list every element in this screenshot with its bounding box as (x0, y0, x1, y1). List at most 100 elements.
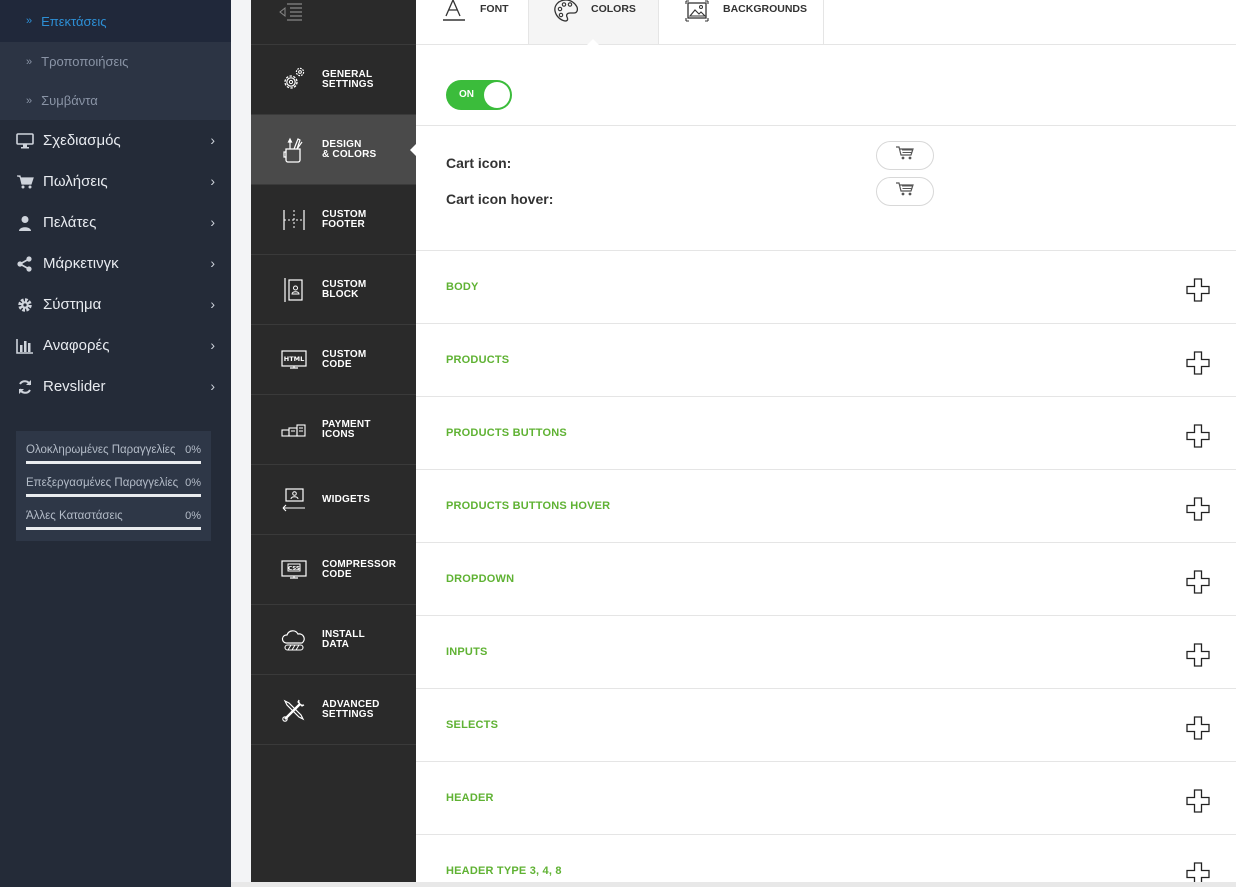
tab-bar: FONT COLORS BACKGROUNDS (416, 0, 1236, 45)
double-chevron-icon: » (26, 94, 33, 107)
cart-icon-picker-button[interactable] (876, 141, 934, 170)
collapse-menu-icon[interactable] (278, 2, 304, 27)
image-frame-icon (685, 0, 711, 22)
chevron-right-icon: › (210, 337, 215, 353)
plus-icon[interactable] (1186, 497, 1210, 521)
accordion-title: DROPDOWN (446, 573, 515, 585)
enable-toggle[interactable]: ON (446, 80, 512, 110)
accordion-row[interactable]: BODY (416, 251, 1236, 324)
sidebar-subitem-modifications[interactable]: » Τροποποιήσεις (0, 42, 231, 81)
app: » Επεκτάσεις » Τροποποιήσεις » Συμβάντα … (0, 0, 1236, 887)
chevron-right-icon: › (210, 296, 215, 312)
stat-value: 0% (185, 444, 201, 456)
plus-icon[interactable] (1186, 643, 1210, 667)
stat-row: Ολοκληρωμένες Παραγγελίες 0% (26, 441, 201, 474)
double-chevron-icon: » (26, 15, 33, 27)
sidebar-item-reports[interactable]: Αναφορές › (0, 325, 231, 366)
accordion-row[interactable]: PRODUCTS (416, 324, 1236, 397)
tools-icon (280, 696, 308, 724)
accordion-title: INPUTS (446, 646, 488, 658)
horizontal-scrollbar[interactable] (231, 882, 1236, 887)
nav-label-line2: SETTINGS (322, 78, 374, 90)
nav-item-install-data[interactable]: INSTALL DATA (251, 605, 416, 675)
accordion-title: PRODUCTS (446, 354, 510, 366)
stat-label: Άλλες Καταστάσεις (26, 510, 123, 522)
plus-icon[interactable] (1186, 716, 1210, 740)
tab-backgrounds[interactable]: BACKGROUNDS (659, 0, 824, 44)
sidebar-item-marketing[interactable]: Μάρκετινγκ › (0, 243, 231, 284)
nav-item-payment-icons[interactable]: PAYMENT ICONS (251, 395, 416, 465)
nav-label-line2: CODE (322, 568, 352, 580)
nav-label: CUSTOM CODE (322, 349, 402, 370)
nav-label: DESIGN & COLORS (322, 139, 402, 160)
nav-item-widgets[interactable]: WIDGETS (251, 465, 416, 535)
stat-value: 0% (185, 510, 201, 522)
double-chevron-icon: » (26, 55, 33, 68)
plus-icon[interactable] (1186, 570, 1210, 594)
cart-icon-hover-picker-button[interactable] (876, 177, 934, 206)
plus-icon[interactable] (1186, 789, 1210, 813)
accordion-row[interactable]: PRODUCTS BUTTONS HOVER (416, 470, 1236, 543)
stat-label: Ολοκληρωμένες Παραγγελίες (26, 444, 176, 456)
tab-font[interactable]: FONT (416, 0, 529, 44)
sidebar-item-label: Μάρκετινγκ (43, 255, 119, 272)
plus-icon[interactable] (1186, 424, 1210, 448)
tab-colors[interactable]: COLORS (529, 0, 659, 45)
accordion-row[interactable]: INPUTS (416, 616, 1236, 689)
nav-label: CUSTOM FOOTER (322, 209, 402, 230)
nav-item-custom-block[interactable]: CUSTOM BLOCK (251, 255, 416, 325)
accordion-row[interactable]: DROPDOWN (416, 543, 1236, 616)
nav-label-line2: BLOCK (322, 288, 359, 300)
palette-icon (553, 0, 579, 22)
accordion-row[interactable]: HEADER TYPE 3, 4, 8 (416, 835, 1236, 887)
tab-label: BACKGROUNDS (723, 3, 807, 15)
user-icon (16, 215, 34, 231)
accordion-title: PRODUCTS BUTTONS HOVER (446, 500, 611, 512)
shopping-cart-icon (895, 145, 915, 166)
nav-label: COMPRESSOR CODE (322, 559, 402, 580)
stat-progress-bar (26, 527, 201, 530)
accordion-row[interactable]: HEADER (416, 762, 1236, 835)
chevron-right-icon: › (210, 255, 215, 271)
stat-progress-bar (26, 494, 201, 497)
nav-item-custom-code[interactable]: HTML CUSTOM CODE (251, 325, 416, 395)
sidebar-item-system[interactable]: Σύστημα › (0, 284, 231, 325)
svg-text:HTML: HTML (284, 355, 304, 363)
share-icon (16, 255, 34, 272)
accordion-title: SELECTS (446, 719, 499, 731)
nav-label-line2: SETTINGS (322, 708, 374, 720)
design-colors-panel: FONT COLORS BACKGROUNDS ON Cart icon: Ca… (416, 0, 1236, 886)
nav-label: ADVANCED SETTINGS (322, 699, 402, 720)
plus-icon[interactable] (1186, 278, 1210, 302)
nav-item-general-settings[interactable]: GENERAL SETTINGS (251, 45, 416, 115)
chevron-right-icon: › (210, 173, 215, 189)
nav-item-custom-footer[interactable]: CUSTOM FOOTER (251, 185, 416, 255)
nav-label-line2: FOOTER (322, 218, 365, 230)
sidebar-subitem-label: Συμβάντα (41, 93, 98, 108)
accordion-title: HEADER TYPE 3, 4, 8 (446, 865, 562, 877)
nav-item-advanced-settings[interactable]: ADVANCED SETTINGS (251, 675, 416, 745)
nav-collapse-row (251, 0, 416, 45)
block-icon (280, 276, 308, 304)
stat-row: Επεξεργασμένες Παραγγελίες 0% (26, 474, 201, 507)
bar-chart-icon (16, 338, 34, 354)
sidebar-subitem-extensions[interactable]: » Επεκτάσεις (0, 0, 231, 42)
cart-icon-label: Cart icon: (446, 155, 512, 171)
nav-item-compressor-code[interactable]: CSS COMPRESSOR CODE (251, 535, 416, 605)
accordion-title: BODY (446, 281, 479, 293)
accordion-row[interactable]: SELECTS (416, 689, 1236, 762)
accordion-row[interactable]: PRODUCTS BUTTONS (416, 397, 1236, 470)
nav-item-design-colors[interactable]: DESIGN & COLORS (251, 115, 416, 185)
cart-icon-hover-label: Cart icon hover: (446, 191, 554, 207)
sidebar-item-customers[interactable]: Πελάτες › (0, 202, 231, 243)
plus-icon[interactable] (1186, 351, 1210, 375)
color-sections-accordion: BODY PRODUCTS PRODUCTS BUTTONS PRODUCTS BUT… (416, 251, 1236, 887)
sidebar-item-label: Πωλήσεις (43, 173, 108, 190)
sidebar-item-design[interactable]: Σχεδιασμός › (0, 120, 231, 161)
accordion-title: HEADER (446, 792, 494, 804)
sidebar-item-sales[interactable]: Πωλήσεις › (0, 161, 231, 202)
sidebar-subitem-events[interactable]: » Συμβάντα (0, 81, 231, 120)
sidebar-item-revslider[interactable]: Revslider › (0, 366, 231, 407)
nav-label: WIDGETS (322, 494, 402, 505)
cloud-icon (280, 626, 308, 654)
